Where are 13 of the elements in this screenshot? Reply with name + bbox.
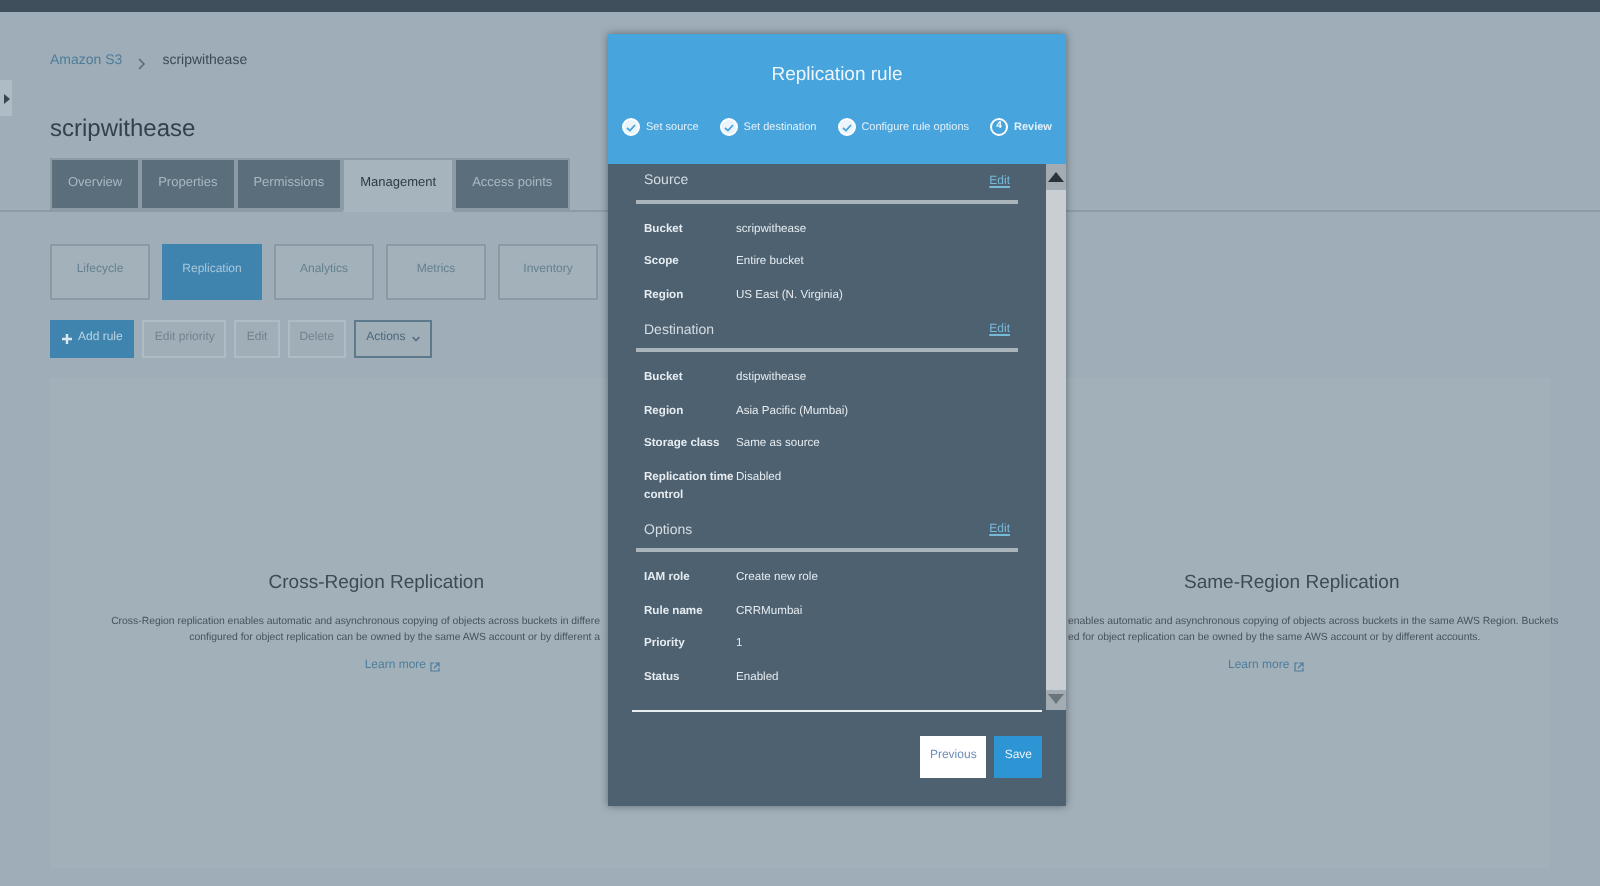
caret-icon bbox=[411, 335, 420, 342]
caret-icon bbox=[3, 93, 9, 103]
external-link-icon bbox=[1293, 661, 1304, 672]
scroll-up-icon[interactable] bbox=[1048, 172, 1064, 182]
dialog-title: Replication rule bbox=[769, 62, 905, 90]
bucket-title: scripwithease bbox=[50, 116, 196, 140]
sidebar-toggle[interactable] bbox=[0, 80, 12, 116]
scroll-down-icon[interactable] bbox=[1048, 694, 1064, 704]
card-title: Same-Region Replication bbox=[1184, 569, 1400, 598]
card-title: Cross-Region Replication bbox=[268, 569, 484, 598]
external-link-icon bbox=[430, 661, 440, 672]
plus-icon bbox=[62, 333, 72, 344]
chevron-icon bbox=[138, 57, 147, 69]
